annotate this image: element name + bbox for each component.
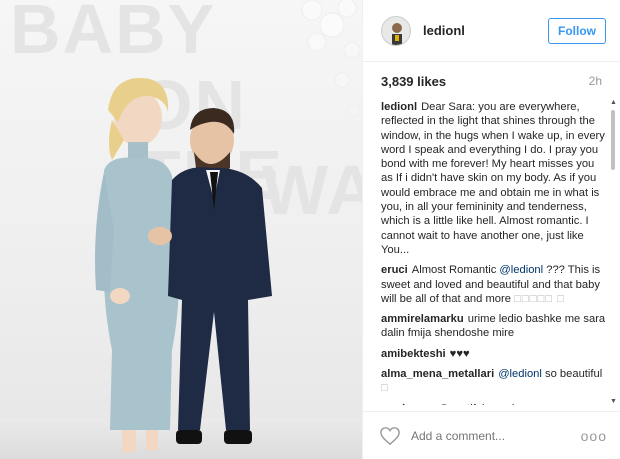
post-meta: 3,839 likes 2h <box>363 62 620 102</box>
scroll-down-arrow-icon[interactable]: ▼ <box>610 398 617 405</box>
comment-mention-link[interactable]: @ledionl <box>498 368 542 380</box>
comment-emoji-glyphs: □□□□□ □ <box>514 292 565 305</box>
comment-username[interactable]: amibekteshi <box>381 348 446 360</box>
comment-username[interactable]: eruci <box>381 264 408 276</box>
comment-text: Beautiful couple <box>441 403 524 405</box>
comment-item: amibekteshi ♥♥♥ <box>381 347 607 361</box>
avatar-image <box>382 16 410 45</box>
comment-mention-link[interactable]: @ledionl <box>499 264 543 276</box>
comments-scrollbar[interactable]: ▲ ▼ <box>610 99 617 405</box>
scroll-thumb[interactable] <box>611 110 615 170</box>
avatar[interactable] <box>381 15 411 46</box>
post-time[interactable]: 2h <box>589 74 602 102</box>
post-photo[interactable]: BABY ON THE WAY <box>0 0 362 459</box>
woman-figure <box>95 78 180 452</box>
comment-item: ammirelamarku urime ledio bashke me sara … <box>381 312 607 341</box>
comment-bar: ooo <box>363 411 620 459</box>
comment-emoji-glyphs: □□□□ <box>524 403 555 405</box>
post-header: ledionl Follow <box>363 0 620 62</box>
heart-icon[interactable] <box>379 426 401 446</box>
comment-text: so beautiful <box>541 368 603 381</box>
follow-button[interactable]: Follow <box>548 17 606 44</box>
more-options-icon[interactable]: ooo <box>581 428 607 444</box>
comment-text: Almost Romantic <box>411 264 500 277</box>
comment-username[interactable]: alma_mena_metallari <box>381 368 494 380</box>
comment-item: alma_mena_metallari @ledionl so beautiful… <box>381 367 607 396</box>
comments-list[interactable]: ledionl Dear Sara: you are everywhere, re… <box>381 100 607 405</box>
comment-item: _weloveee Beautiful couple □□□□ <box>381 402 607 405</box>
comment-username[interactable]: ammirelamarku <box>381 313 464 325</box>
comment-text: ♥♥♥ <box>449 347 470 360</box>
comment-item: eruci Almost Romantic @ledionl ??? This i… <box>381 263 607 306</box>
couple-figures <box>95 78 272 452</box>
comment-username[interactable]: ledionl <box>381 101 417 113</box>
comment-item: ledionl Dear Sara: you are everywhere, re… <box>381 100 607 257</box>
comment-emoji-glyphs: □ <box>381 382 389 395</box>
post-side-panel: ledionl Follow 3,839 likes 2h ledionl Dea… <box>362 0 620 459</box>
comment-username[interactable]: _weloveee <box>381 403 437 405</box>
comment-text: Dear Sara: you are everywhere, reflected… <box>381 101 605 256</box>
scroll-up-arrow-icon[interactable]: ▲ <box>610 99 617 106</box>
post-username[interactable]: ledionl <box>423 23 548 38</box>
add-comment-input[interactable] <box>411 428 581 443</box>
likes-count[interactable]: 3,839 likes <box>381 74 446 102</box>
